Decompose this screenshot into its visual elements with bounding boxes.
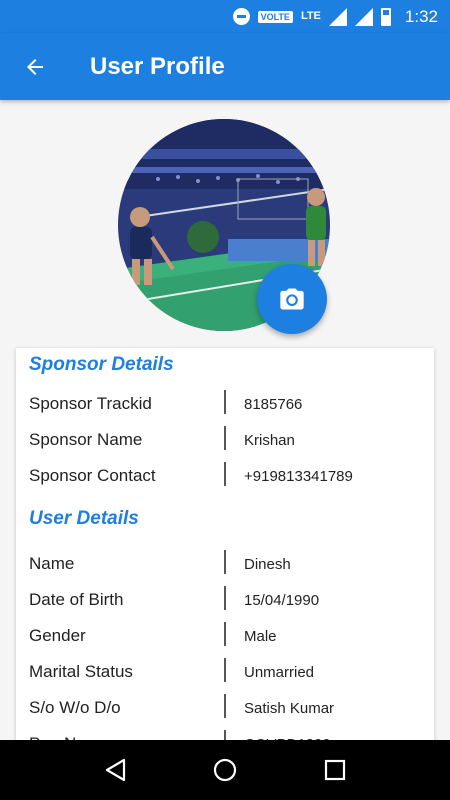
nav-back-button[interactable]	[95, 750, 135, 790]
row-value: Krishan	[244, 432, 295, 449]
change-photo-button[interactable]	[257, 264, 327, 334]
nav-home-icon	[213, 758, 237, 782]
gender-row: Gender Male	[16, 620, 434, 656]
status-time: 1:32	[404, 6, 438, 26]
row-label: Date of Birth	[29, 590, 124, 609]
profile-details-card: Sponsor Details Sponsor Trackid 8185766 …	[16, 348, 434, 768]
system-nav-bar	[0, 740, 450, 800]
row-value: Male	[244, 628, 277, 645]
sponsor-name-row: Sponsor Name Krishan	[16, 424, 434, 460]
row-value: 15/04/1990	[244, 592, 320, 609]
profile-avatar-container	[118, 119, 330, 334]
nav-back-icon	[105, 758, 126, 782]
row-value: 8185766	[244, 396, 303, 413]
volte-badge: VOLTE	[257, 10, 293, 23]
row-label: Sponsor Trackid	[29, 394, 152, 413]
sponsor-trackid-row: Sponsor Trackid 8185766	[16, 388, 434, 424]
row-divider	[224, 586, 226, 610]
camera-icon	[280, 288, 304, 310]
guardian-row: S/o W/o D/o Satish Kumar	[16, 692, 434, 728]
row-label: Sponsor Contact	[29, 466, 156, 485]
row-value: Satish Kumar	[244, 700, 335, 717]
lte-indicator: LTE	[300, 10, 321, 22]
row-divider	[224, 658, 226, 682]
row-divider	[224, 550, 226, 574]
page-title: User Profile	[90, 52, 225, 80]
nav-recents-button[interactable]	[315, 750, 355, 790]
row-divider	[224, 622, 226, 646]
row-divider	[224, 462, 226, 486]
back-button[interactable]	[0, 33, 70, 100]
row-divider	[224, 390, 226, 414]
nav-home-button[interactable]	[205, 750, 245, 790]
name-row: Name Dinesh	[16, 548, 434, 584]
nav-recents-icon	[324, 759, 346, 781]
row-divider	[224, 426, 226, 450]
status-bar: VOLTE LTE 1:32	[0, 0, 450, 33]
row-label: S/o W/o D/o	[29, 698, 121, 717]
row-value: Dinesh	[244, 556, 291, 573]
row-value: +919813341789	[244, 468, 353, 485]
row-label: Sponsor Name	[29, 430, 143, 449]
signal-icon-2	[354, 7, 373, 26]
row-label: Marital Status	[29, 662, 133, 681]
row-value: Unmarried	[244, 664, 315, 681]
row-label: Gender	[29, 626, 86, 645]
user-details-title: User Details	[29, 508, 139, 529]
row-label: Name	[29, 554, 75, 573]
sponsor-contact-row: Sponsor Contact +919813341789	[16, 460, 434, 496]
back-arrow-icon	[27, 58, 43, 75]
do-not-disturb-icon	[232, 8, 250, 25]
app-bar: User Profile	[0, 33, 450, 100]
battery-icon	[380, 7, 391, 26]
signal-icon	[328, 7, 347, 26]
row-divider	[224, 694, 226, 718]
date-of-birth-row: Date of Birth 15/04/1990	[16, 584, 434, 620]
marital-status-row: Marital Status Unmarried	[16, 656, 434, 692]
sponsor-details-title: Sponsor Details	[29, 354, 174, 375]
